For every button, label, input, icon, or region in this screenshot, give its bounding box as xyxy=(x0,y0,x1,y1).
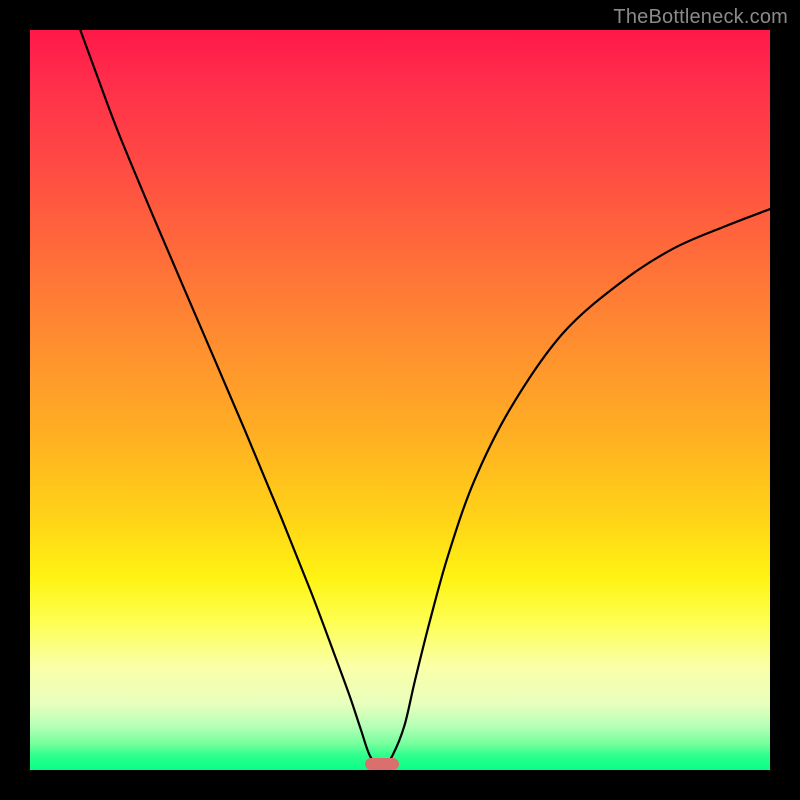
chart-stage: TheBottleneck.com xyxy=(0,0,800,800)
plot-area xyxy=(30,30,770,770)
bottleneck-curve xyxy=(30,30,770,770)
watermark-text: TheBottleneck.com xyxy=(613,6,788,29)
optimum-marker xyxy=(365,758,399,770)
